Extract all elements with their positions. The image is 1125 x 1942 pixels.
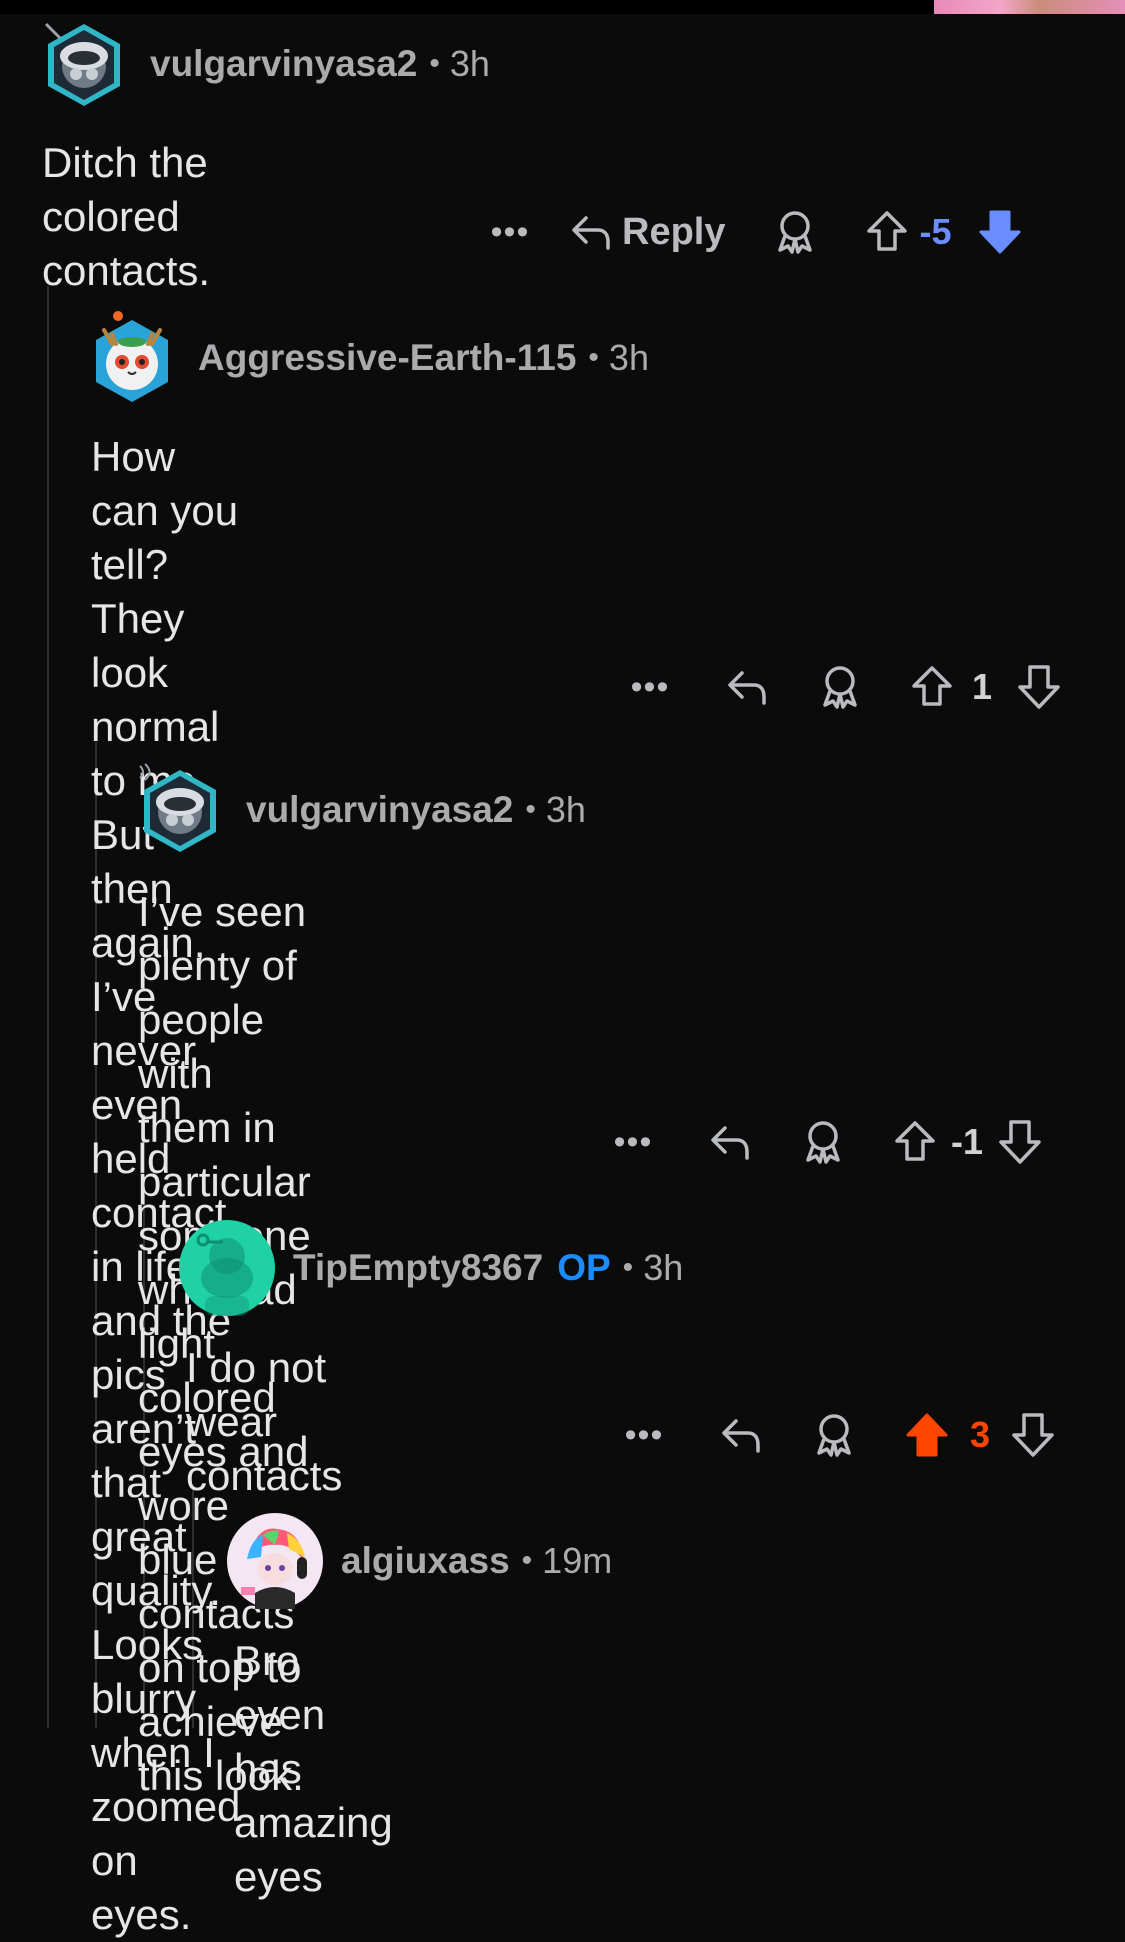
comment-header: vulgarvinyasa2 • 3h	[132, 762, 586, 858]
downvote-arrow-icon	[1012, 1413, 1054, 1457]
comment-actions: ••• 3	[614, 1405, 1056, 1465]
timestamp: 3h	[545, 789, 586, 830]
snoo-avatar-creature-icon	[96, 311, 168, 402]
timestamp: 3h	[608, 337, 649, 378]
username[interactable]: vulgarvinyasa2	[150, 43, 417, 85]
more-options-button[interactable]: •••	[620, 668, 680, 707]
comment-actions: ••• 1	[620, 657, 1062, 717]
post-image-thumbnail-edge	[934, 0, 1125, 14]
downvote-button[interactable]	[1010, 1411, 1056, 1459]
username[interactable]: algiuxass	[341, 1540, 510, 1582]
more-horizontal-icon: •••	[624, 1415, 664, 1454]
custom-profile-avatar-icon	[227, 1513, 323, 1609]
upvote-arrow-icon	[906, 1413, 948, 1457]
more-options-button[interactable]: •••	[603, 1123, 663, 1162]
vote-score: 3	[969, 1414, 991, 1455]
comment-actions: ••• Reply -5	[480, 202, 1023, 262]
reply-arrow-icon	[728, 671, 766, 705]
downvote-button[interactable]	[1016, 663, 1062, 711]
upvote-button[interactable]	[904, 1411, 950, 1459]
username[interactable]: vulgarvinyasa2	[246, 789, 513, 831]
reply-button[interactable]	[707, 1120, 753, 1164]
more-horizontal-icon: •••	[490, 212, 530, 251]
award-button[interactable]	[799, 1118, 847, 1166]
upvote-button[interactable]	[910, 664, 954, 710]
vote-score: -1	[950, 1121, 983, 1162]
separator-dot: •	[622, 1251, 634, 1284]
avatar[interactable]	[36, 16, 132, 112]
snoo-avatar-helmet-icon	[44, 22, 120, 106]
vote-score: -5	[919, 211, 952, 252]
separator-dot: •	[588, 341, 599, 374]
reply-button[interactable]	[724, 665, 770, 709]
downvote-arrow-icon	[999, 1120, 1041, 1164]
comment-header: vulgarvinyasa2 • 3h	[36, 16, 490, 112]
reply-button[interactable]	[718, 1413, 764, 1457]
comment-header: algiuxass • 19m	[227, 1513, 612, 1609]
downvote-button[interactable]	[997, 1118, 1043, 1166]
award-icon	[778, 211, 813, 254]
timestamp: 19m	[542, 1540, 613, 1581]
comment-actions: ••• -1	[603, 1112, 1043, 1172]
timestamp: 3h	[449, 43, 490, 84]
upvote-arrow-icon	[867, 211, 908, 251]
reply-button[interactable]: Reply	[568, 210, 725, 254]
separator-dot: •	[521, 1544, 533, 1577]
avatar[interactable]	[179, 1220, 275, 1316]
upvote-button[interactable]	[893, 1119, 937, 1165]
thread-line-level-1[interactable]	[47, 286, 49, 1728]
downvote-arrow-icon	[1018, 665, 1060, 709]
reply-arrow-icon	[711, 1126, 749, 1160]
more-horizontal-icon: •••	[630, 667, 670, 706]
award-icon	[823, 666, 857, 709]
upvote-arrow-icon	[912, 666, 952, 706]
default-snoo-avatar-icon	[179, 1220, 275, 1316]
reply-label: Reply	[622, 210, 726, 253]
comment-body: Ditch the colored contacts.	[42, 139, 211, 294]
username[interactable]: Aggressive-Earth-115	[198, 337, 576, 379]
vote-score: 1	[971, 666, 993, 707]
award-button[interactable]	[810, 1411, 858, 1459]
avatar[interactable]	[132, 762, 228, 858]
more-horizontal-icon: •••	[613, 1122, 653, 1161]
comment-header: Aggressive-Earth-115 • 3h	[84, 310, 649, 406]
award-icon	[806, 1121, 840, 1164]
upvote-button[interactable]	[865, 209, 909, 255]
timestamp: 3h	[643, 1247, 684, 1288]
comment-header: TipEmpty8367 OP • 3h	[179, 1220, 683, 1316]
award-icon	[817, 1414, 851, 1457]
upvote-arrow-icon	[895, 1121, 935, 1161]
more-options-button[interactable]: •••	[614, 1416, 674, 1455]
comment-body: I do not wear contacts	[186, 1344, 343, 1499]
reply-arrow-icon	[572, 216, 610, 250]
downvote-arrow-icon	[979, 210, 1021, 254]
avatar[interactable]	[84, 310, 180, 406]
avatar[interactable]	[227, 1513, 323, 1609]
downvote-button[interactable]	[977, 208, 1023, 256]
award-button[interactable]	[816, 663, 864, 711]
username[interactable]: TipEmpty8367	[293, 1247, 543, 1289]
award-button[interactable]	[771, 208, 819, 256]
reply-arrow-icon	[722, 1419, 760, 1453]
separator-dot: •	[429, 47, 440, 80]
op-badge: OP	[557, 1247, 611, 1288]
comment-body: Bro even has amazing eyes	[234, 1637, 393, 1900]
snoo-avatar-helmet-icon	[139, 763, 216, 852]
more-options-button[interactable]: •••	[480, 213, 540, 252]
separator-dot: •	[525, 793, 536, 826]
